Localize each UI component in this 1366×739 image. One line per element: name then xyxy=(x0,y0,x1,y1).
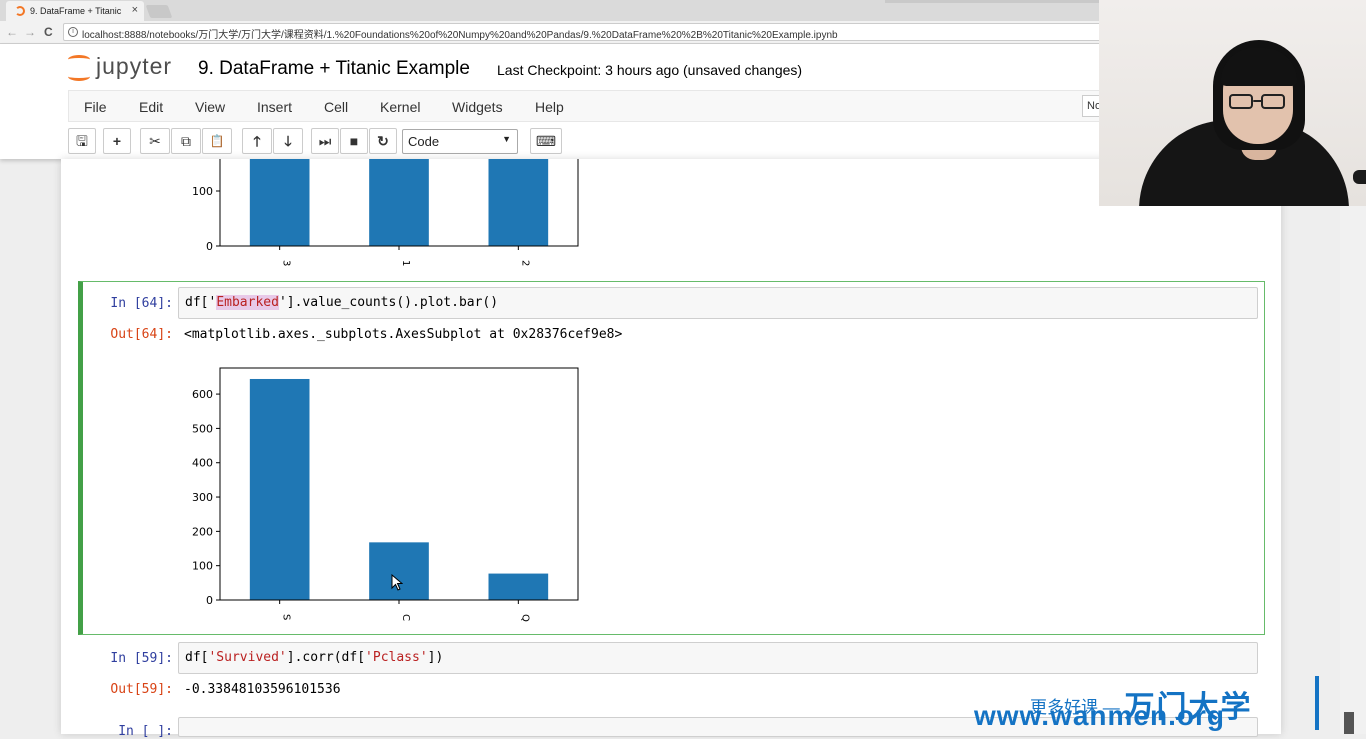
move-down-button[interactable]: 🡓 xyxy=(273,128,303,154)
y-tick-label: 0 xyxy=(206,594,213,607)
y-tick-label: 400 xyxy=(192,457,213,470)
jupyter-favicon-icon xyxy=(15,6,25,16)
menu-kernel[interactable]: Kernel xyxy=(380,99,420,115)
menu-insert[interactable]: Insert xyxy=(257,99,292,115)
menu-widgets[interactable]: Widgets xyxy=(452,99,503,115)
stop-button[interactable]: ■ xyxy=(340,128,368,154)
insert-cell-button[interactable]: + xyxy=(103,128,131,154)
code-string: 'Pclass' xyxy=(365,650,428,665)
x-tick-label: 3 xyxy=(281,260,292,266)
run-button[interactable]: ⏭ xyxy=(311,128,339,154)
jupyter-logo[interactable]: jupyter xyxy=(66,52,186,84)
y-tick-label: 0 xyxy=(206,240,213,253)
menu-help[interactable]: Help xyxy=(535,99,564,115)
code-token: ].corr(df[ xyxy=(286,650,366,665)
output-prompt: Out[64]: xyxy=(110,327,173,342)
x-tick-label: 2 xyxy=(519,260,530,266)
logo-text: jupyter xyxy=(96,53,173,79)
watermark-url: www.wanmen.org xyxy=(974,700,1225,731)
paste-button[interactable]: 📋 xyxy=(202,128,232,154)
x-tick-label: 1 xyxy=(400,260,411,266)
tab-title: 9. DataFrame + Titanic xyxy=(30,6,122,16)
code-token: ]) xyxy=(427,650,444,665)
pclass-bar-chart: 3 1 2 0 100 xyxy=(192,159,579,266)
address-bar[interactable]: i localhost:8888/notebooks/万门大学/万门大学/课程资… xyxy=(63,23,1103,41)
input-prompt: In [ ]: xyxy=(118,724,173,739)
output-text: <matplotlib.axes._subplots.AxesSubplot a… xyxy=(184,327,623,342)
command-palette-button[interactable]: ⌨ xyxy=(530,128,562,154)
cell-type-select[interactable]: Code ▼ xyxy=(402,129,518,154)
browser-tab[interactable]: 9. DataFrame + Titanic × xyxy=(6,1,144,21)
y-tick-label: 300 xyxy=(192,491,213,504)
output-text: -0.33848103596101536 xyxy=(184,682,341,697)
code-string: 'Survived' xyxy=(208,650,287,665)
chart-bar xyxy=(369,159,429,246)
move-up-button[interactable]: 🡑 xyxy=(242,128,272,154)
chevron-down-icon: ▼ xyxy=(502,134,511,144)
y-tick-label: 200 xyxy=(192,525,213,538)
menu-edit[interactable]: Edit xyxy=(139,99,163,115)
menu-bar: File Edit View Insert Cell Kernel Widget… xyxy=(68,90,1108,122)
y-tick-label: 100 xyxy=(192,185,213,198)
input-prompt: In [64]: xyxy=(110,296,173,311)
y-tick-label: 600 xyxy=(192,388,213,401)
glasses-icon xyxy=(1229,94,1287,110)
mouse-cursor-icon xyxy=(391,574,403,591)
cell-type-value: Code xyxy=(408,134,440,149)
page-scrollbar[interactable] xyxy=(1340,206,1366,734)
jupyter-header: jupyter 9. DataFrame + Titanic Example L… xyxy=(0,44,1108,159)
chart-bar xyxy=(488,573,549,600)
code-token: df[ xyxy=(185,650,209,665)
code-string-highlighted: Embarked xyxy=(216,295,279,310)
checkpoint-status: Last Checkpoint: 3 hours ago (unsaved ch… xyxy=(497,62,803,78)
input-prompt: In [59]: xyxy=(110,651,173,666)
y-tick-label: 500 xyxy=(192,422,213,435)
copy-button[interactable]: ⧉ xyxy=(171,128,201,154)
reload-icon[interactable]: C xyxy=(44,25,53,39)
url-text: localhost:8888/notebooks/万门大学/万门大学/课程资料/… xyxy=(82,30,838,41)
x-tick-label: Q xyxy=(519,614,530,622)
chart-bar xyxy=(488,159,549,246)
code-token: '].value_counts().plot.bar() xyxy=(278,295,499,310)
logo-arc-bottom-icon xyxy=(68,72,90,81)
close-tab-icon[interactable]: × xyxy=(132,4,138,16)
code-input[interactable]: df['Embarked'].value_counts().plot.bar() xyxy=(178,287,1258,319)
menu-file[interactable]: File xyxy=(84,99,107,115)
site-info-icon[interactable]: i xyxy=(68,27,78,37)
menu-view[interactable]: View xyxy=(195,99,225,115)
watermark-divider xyxy=(1315,676,1319,730)
logo-arc-top-icon xyxy=(68,55,90,64)
code-token: df[' xyxy=(185,295,217,310)
new-tab-button[interactable] xyxy=(145,5,173,18)
x-tick-label: S xyxy=(281,614,292,620)
scrollbar-thumb[interactable] xyxy=(1344,712,1354,734)
webcam-overlay xyxy=(1099,0,1366,206)
watermark: 更多好课 — 万门大学 www.wanmen.org xyxy=(970,670,1330,734)
forward-icon[interactable]: → xyxy=(24,25,36,39)
menu-cell[interactable]: Cell xyxy=(324,99,348,115)
save-button[interactable]: 🖫 xyxy=(68,128,96,154)
notebook-title[interactable]: 9. DataFrame + Titanic Example xyxy=(198,58,470,80)
restart-button[interactable]: ↻ xyxy=(369,128,397,154)
chart-bar xyxy=(249,159,310,246)
chart-bar xyxy=(249,378,310,600)
cut-button[interactable]: ✂ xyxy=(140,128,170,154)
output-prompt: Out[59]: xyxy=(110,682,173,697)
embarked-bar-chart: S C Q 0 100 200 300 400 500 600 xyxy=(192,367,579,622)
back-icon[interactable]: ← xyxy=(6,25,18,39)
microphone-icon xyxy=(1353,170,1366,184)
x-tick-label: C xyxy=(400,614,411,621)
y-tick-label: 100 xyxy=(192,560,213,573)
